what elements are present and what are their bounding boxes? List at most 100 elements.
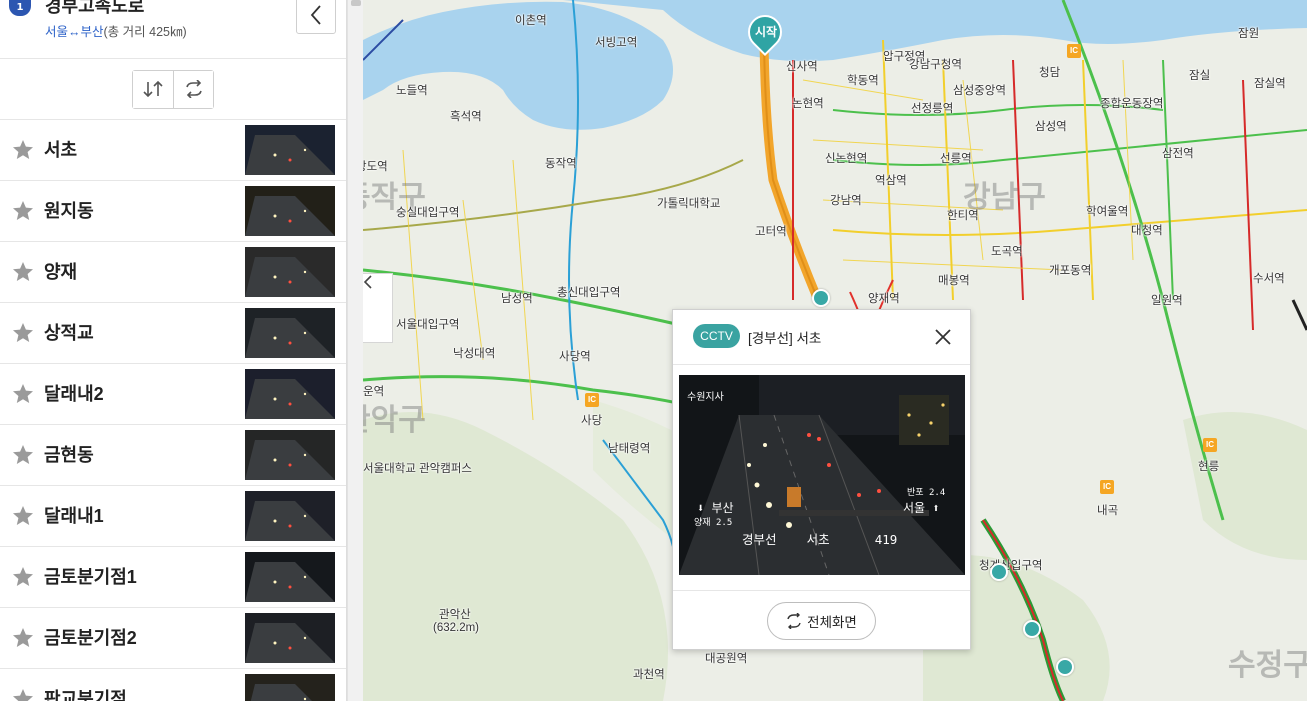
map-station-label[interactable]: 학여울역 bbox=[1086, 203, 1128, 219]
map-station-label[interactable]: 이촌역 bbox=[515, 12, 547, 28]
map-station-label[interactable]: 동작역 bbox=[545, 155, 577, 171]
route-distance: (총 거리 425㎞) bbox=[103, 25, 187, 39]
map-station-label[interactable]: 신사역 bbox=[786, 58, 818, 74]
map-station-label[interactable]: 잠실 bbox=[1189, 67, 1210, 83]
map-station-label[interactable]: 남태령역 bbox=[608, 440, 650, 456]
map-station-label[interactable]: 매봉역 bbox=[938, 272, 970, 288]
map-station-label[interactable]: 삼성역 bbox=[1035, 118, 1067, 134]
cctv-thumbnail[interactable] bbox=[245, 674, 335, 701]
cctv-thumbnail[interactable] bbox=[245, 247, 335, 297]
star-icon[interactable] bbox=[11, 321, 35, 345]
map-station-label[interactable]: 일원역 bbox=[1151, 292, 1183, 308]
map-station-label[interactable]: 개포동역 bbox=[1049, 262, 1091, 278]
map-station-label[interactable]: 흑석역 bbox=[450, 108, 482, 124]
map-station-label[interactable]: 대공원역 bbox=[705, 650, 747, 666]
refresh-button[interactable] bbox=[173, 70, 213, 108]
map-station-label[interactable]: 잠원 bbox=[1238, 25, 1259, 41]
star-icon[interactable] bbox=[11, 626, 35, 650]
map-station-label[interactable]: 내곡 bbox=[1097, 502, 1118, 518]
star-icon[interactable] bbox=[11, 565, 35, 589]
map-station-label[interactable]: 논현역 bbox=[792, 95, 824, 111]
cctv-list-item[interactable]: 금토분기점1 bbox=[0, 547, 346, 608]
cctv-thumbnail[interactable] bbox=[245, 613, 335, 663]
map-station-label[interactable]: (632.2m) bbox=[433, 622, 479, 634]
map-station-label[interactable]: 강남역 bbox=[830, 192, 862, 208]
cctv-thumbnail[interactable] bbox=[245, 186, 335, 236]
cctv-list-item[interactable]: 달래내1 bbox=[0, 486, 346, 547]
star-icon[interactable] bbox=[11, 199, 35, 223]
cctv-thumbnail[interactable] bbox=[245, 369, 335, 419]
map-station-label[interactable]: 사당 bbox=[581, 412, 602, 428]
cctv-list-item[interactable]: 금현동 bbox=[0, 425, 346, 486]
map-station-label[interactable]: 강남구청역 bbox=[909, 56, 962, 72]
cctv-list-item[interactable]: 상적교 bbox=[0, 303, 346, 364]
map-station-label[interactable]: 삼전역 bbox=[1162, 145, 1194, 161]
map-station-label[interactable]: 낙성대역 bbox=[453, 345, 495, 361]
star-icon[interactable] bbox=[11, 138, 35, 162]
map-station-label[interactable]: 한티역 bbox=[947, 207, 979, 223]
map-station-label[interactable]: 수서역 bbox=[1253, 270, 1285, 286]
map-station-label[interactable]: 도곡역 bbox=[991, 243, 1023, 259]
cctv-thumbnail[interactable] bbox=[245, 491, 335, 541]
cctv-name: 달래내1 bbox=[44, 506, 104, 526]
cctv-list-item[interactable]: 원지동 bbox=[0, 181, 346, 242]
star-icon[interactable] bbox=[11, 382, 35, 406]
star-icon[interactable] bbox=[11, 443, 35, 467]
scrollbar-thumb[interactable] bbox=[351, 0, 361, 6]
map-station-label[interactable]: 종합운동장역 bbox=[1100, 95, 1163, 111]
route-title: 경부고속도로 bbox=[45, 0, 145, 16]
map-station-label[interactable]: 서울대학교 관악캠퍼스 bbox=[363, 460, 472, 476]
map-station-label[interactable]: 양재역 bbox=[868, 290, 900, 306]
map-station-label[interactable]: 남성역 bbox=[501, 290, 533, 306]
map-station-label[interactable]: 역삼역 bbox=[875, 172, 907, 188]
cctv-list-item[interactable]: 판교분기점 bbox=[0, 669, 346, 701]
collapse-sidebar-button[interactable] bbox=[363, 273, 393, 343]
map-station-label[interactable]: 대청역 bbox=[1131, 222, 1163, 238]
map-station-label[interactable]: 관악산 bbox=[439, 606, 471, 622]
star-icon[interactable] bbox=[11, 504, 35, 528]
map-station-label[interactable]: 현릉 bbox=[1198, 458, 1219, 474]
map-station-label[interactable]: 잠실역 bbox=[1254, 75, 1286, 91]
swap-direction-button[interactable] bbox=[133, 70, 173, 108]
cctv-map-pin[interactable] bbox=[990, 563, 1008, 581]
map-station-label[interactable]: 숭실대입구역 bbox=[396, 204, 459, 220]
cctv-map-pin[interactable] bbox=[1056, 658, 1074, 676]
cctv-thumbnail[interactable] bbox=[245, 308, 335, 358]
map-station-label[interactable]: 서울대입구역 bbox=[396, 316, 459, 332]
map-station-label[interactable]: 노들역 bbox=[396, 82, 428, 98]
map-station-label[interactable]: 신논현역 bbox=[825, 150, 867, 166]
cctv-map-pin[interactable] bbox=[1023, 620, 1041, 638]
cctv-thumbnail[interactable] bbox=[245, 552, 335, 602]
map-station-label[interactable]: 운역 bbox=[363, 383, 384, 399]
cctv-thumbnail[interactable] bbox=[245, 125, 335, 175]
map-station-label[interactable]: 서빙고역 bbox=[595, 34, 637, 50]
district-label: 관악구 bbox=[363, 404, 426, 437]
cctv-list-item[interactable]: 양재 bbox=[0, 242, 346, 303]
star-icon[interactable] bbox=[11, 260, 35, 284]
map-station-label[interactable]: 선릉역 bbox=[940, 150, 972, 166]
cctv-video[interactable]: 수원지사 ⬇ 부산 양재 2.5 반포 2.4 서울 ⬆ 경부선 서초 419 bbox=[679, 375, 965, 575]
app-root: 1 경부고속도로 서울↔부산(총 거리 425㎞) 서초 원지동 양재 상적교 달래내2… bbox=[0, 0, 1307, 701]
map-station-label[interactable]: 선정릉역 bbox=[911, 100, 953, 116]
ic-badge: IC bbox=[1067, 44, 1081, 58]
map-station-label[interactable]: 사당역 bbox=[559, 348, 591, 364]
map-station-label[interactable]: 상도역 bbox=[363, 158, 388, 174]
star-icon[interactable] bbox=[11, 687, 35, 701]
back-button[interactable] bbox=[296, 0, 336, 34]
sidebar-scrollbar[interactable] bbox=[347, 0, 363, 701]
cctv-map-pin[interactable] bbox=[812, 289, 830, 307]
map-station-label[interactable]: 학동역 bbox=[847, 72, 879, 88]
cctv-list-item[interactable]: 서초 bbox=[0, 120, 346, 181]
cctv-list-item[interactable]: 달래내2 bbox=[0, 364, 346, 425]
map-station-label[interactable]: 가톨릭대학교 bbox=[657, 195, 720, 211]
map-station-label[interactable]: 과천역 bbox=[633, 666, 665, 682]
cctv-list-item[interactable]: 금토분기점2 bbox=[0, 608, 346, 669]
map-station-label[interactable]: 삼성중앙역 bbox=[953, 82, 1006, 98]
cctv-thumbnail[interactable] bbox=[245, 430, 335, 480]
fullscreen-button[interactable]: 전체화면 bbox=[767, 602, 876, 640]
close-button[interactable] bbox=[932, 326, 954, 348]
map-station-label[interactable]: 고터역 bbox=[755, 223, 787, 239]
map-station-label[interactable]: 청담 bbox=[1039, 64, 1060, 80]
map-station-label[interactable]: 청계산입구역 bbox=[979, 557, 1042, 573]
map-station-label[interactable]: 총신대입구역 bbox=[557, 284, 620, 300]
